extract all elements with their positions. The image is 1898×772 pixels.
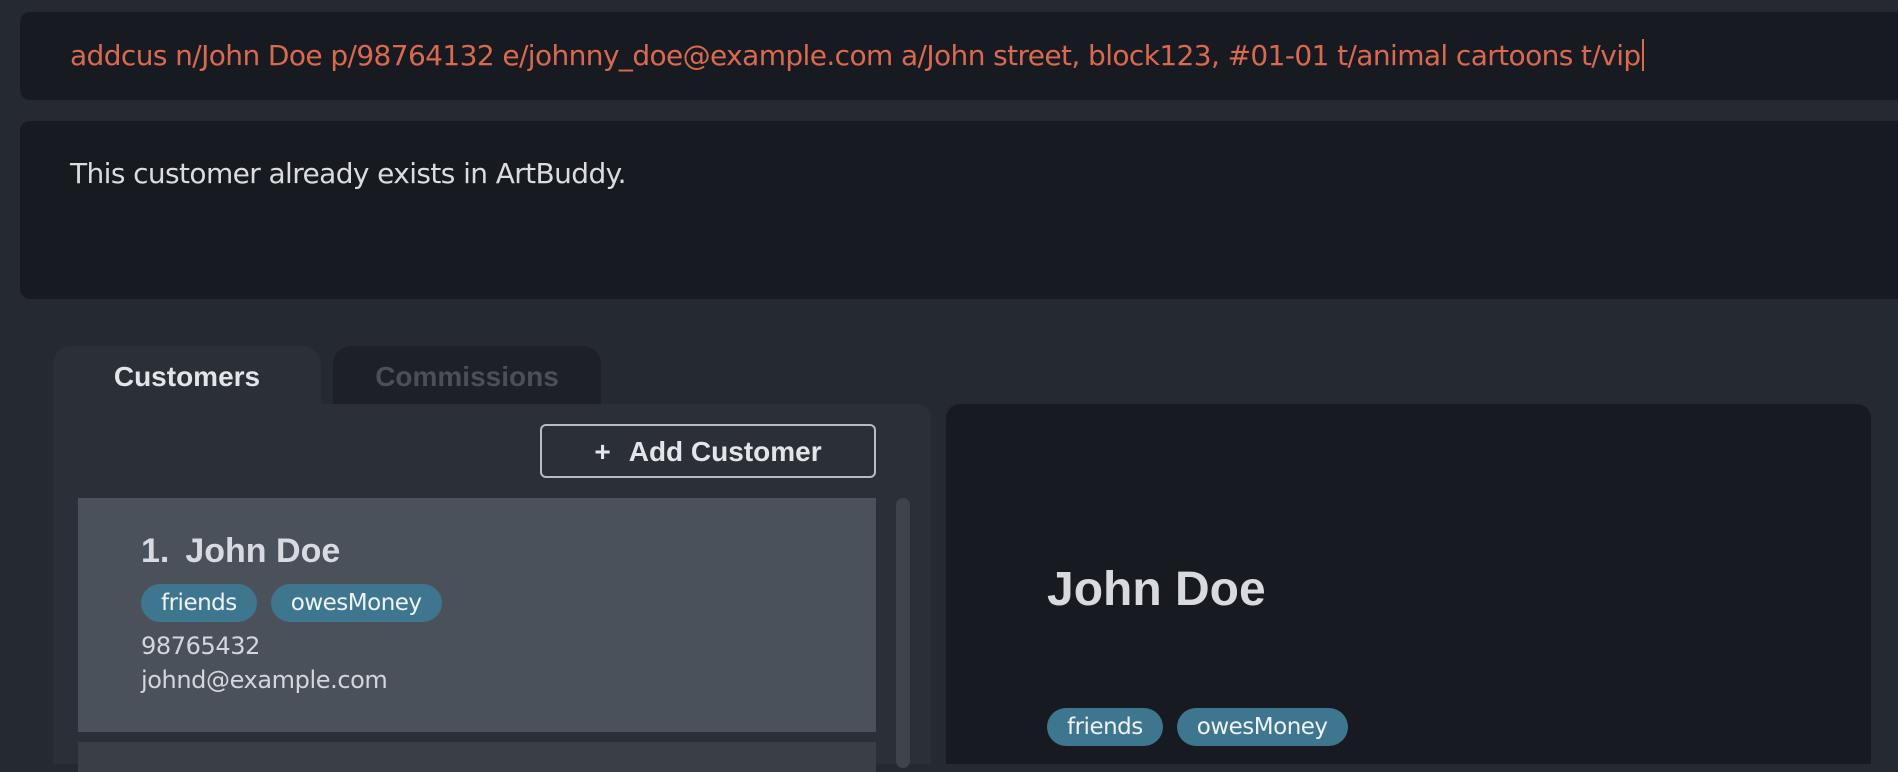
text-caret: [1641, 39, 1644, 71]
tag-badge: owesMoney: [270, 584, 442, 622]
command-box[interactable]: addcus n/John Doe p/98764132 e/johnny_do…: [20, 12, 1898, 100]
customer-card-phone: 98765432: [141, 632, 260, 660]
customer-card[interactable]: 1. John Doe friends owesMoney 98765432 jo…: [78, 498, 876, 732]
tag-badge: owesMoney: [1176, 708, 1348, 746]
result-display: This customer already exists in ArtBuddy…: [20, 121, 1898, 299]
detail-tags: friends owesMoney: [1047, 708, 1348, 746]
customer-card-index: 1.: [141, 532, 170, 570]
plus-icon: +: [594, 436, 611, 467]
add-customer-button[interactable]: + Add Customer: [540, 424, 876, 478]
customer-list-panel: + Add Customer 1. John Doe friends owesMon…: [53, 404, 931, 772]
customer-card-email: johnd@example.com: [141, 666, 388, 694]
tag-badge: friends: [141, 584, 257, 622]
tag-badge: friends: [1047, 708, 1163, 746]
tab-commissions[interactable]: Commissions: [333, 346, 601, 408]
command-input-text: addcus n/John Doe p/98764132 e/johnny_do…: [70, 39, 1641, 72]
tab-customers[interactable]: Customers: [53, 346, 321, 408]
customer-card-next[interactable]: [78, 742, 876, 772]
list-scrollbar[interactable]: [896, 498, 910, 768]
customer-card-tags: friends owesMoney: [141, 584, 442, 622]
command-input[interactable]: addcus n/John Doe p/98764132 e/johnny_do…: [70, 12, 1644, 100]
detail-customer-name: John Doe: [1047, 563, 1266, 616]
customer-detail-panel: John Doe friends owesMoney: [946, 404, 1871, 764]
result-message: This customer already exists in ArtBuddy…: [70, 157, 627, 190]
add-customer-label: Add Customer: [628, 436, 822, 467]
customer-card-name-text: John Doe: [185, 532, 341, 570]
customer-card-name: 1. John Doe: [141, 532, 340, 571]
